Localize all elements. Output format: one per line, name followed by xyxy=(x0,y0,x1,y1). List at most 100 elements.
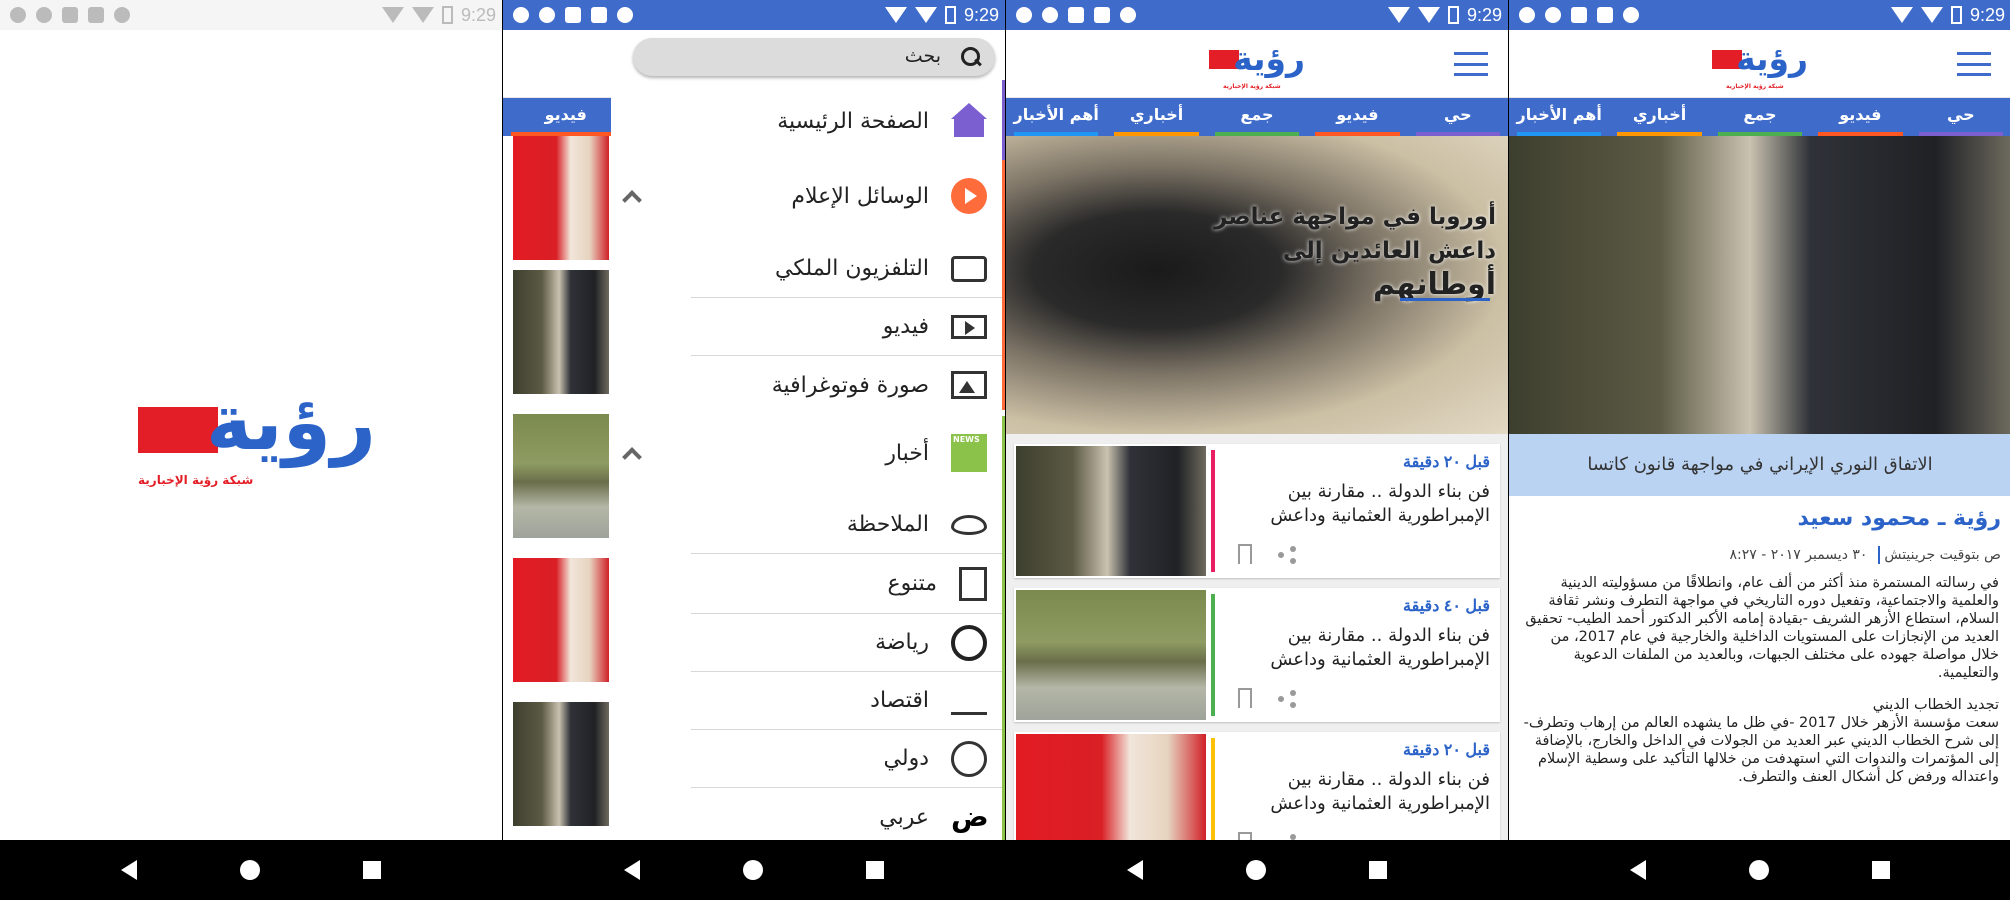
menu-item-misc[interactable]: متنوع xyxy=(691,554,1005,614)
globe-icon xyxy=(951,740,987,777)
chevron-up-icon[interactable] xyxy=(622,190,642,210)
logo-subtitle: شبكة رؤية الإخبارية xyxy=(1726,83,1784,90)
menu-item-label: الوسائل الإعلام xyxy=(791,183,929,209)
category-tab[interactable]: فيديو xyxy=(1307,98,1407,136)
category-tab[interactable]: أخباري xyxy=(1609,98,1709,136)
category-tab[interactable]: جمع xyxy=(1207,98,1307,136)
time-zone-label: ص بتوقيت جرينيتش xyxy=(1884,547,2001,563)
menu-item-economy[interactable]: اقتصاد xyxy=(691,672,1005,730)
article-caption: الاتفاق النوري الإيراني في مواجهة قانون … xyxy=(1509,434,2010,496)
video-icon xyxy=(951,314,987,339)
arabic-letter-icon: ض xyxy=(951,800,989,833)
logo-subtitle: شبكة رؤية الإخبارية xyxy=(138,473,254,487)
activity-icon xyxy=(88,7,104,23)
recents-icon[interactable] xyxy=(362,861,381,879)
splash-screen: 9:29 رؤية شبكة رؤية الإخبارية xyxy=(0,0,502,900)
system-nav-bar xyxy=(503,840,1005,900)
app-logo: رؤية شبكة رؤية الإخبارية xyxy=(1712,38,1810,90)
menu-item-label: التلفزيون الملكي xyxy=(775,256,929,281)
search-input[interactable]: بحث xyxy=(905,45,941,67)
menu-item-sports[interactable]: رياضة xyxy=(691,614,1005,672)
back-icon[interactable] xyxy=(624,860,641,880)
bar-chart-icon xyxy=(951,687,987,715)
shield-icon xyxy=(36,7,52,23)
bookmark-icon[interactable] xyxy=(1238,544,1252,564)
news-title: فن بناء الدولة .. مقارنة بين الإمبراطوري… xyxy=(1270,769,1490,814)
battery-icon xyxy=(1950,6,1962,24)
category-bar: حي فيديو جمع أخباري أهم الأخبار xyxy=(1006,98,1508,136)
menu-item-international[interactable]: دولي xyxy=(691,730,1005,788)
shield-icon xyxy=(1042,7,1058,23)
bookmark-icon[interactable] xyxy=(1238,688,1252,708)
home-icon xyxy=(951,103,987,139)
article-paragraph: في رسالته المستمرة منذ أكثر من ألف عام، … xyxy=(1525,575,1999,681)
recents-icon[interactable] xyxy=(1368,861,1387,879)
sync-icon xyxy=(114,7,130,23)
menu-item-label: فيديو xyxy=(882,314,929,339)
hero-image[interactable]: أوروبا في مواجهة عناصر داعش العائدين إلى… xyxy=(1006,136,1508,434)
recents-icon[interactable] xyxy=(1871,861,1890,879)
category-tab[interactable]: جمع xyxy=(1710,98,1810,136)
document-icon xyxy=(959,566,987,601)
menu-item-royal-tv[interactable]: التلفزيون الملكي xyxy=(691,240,1005,298)
signal-icon xyxy=(1920,7,1943,23)
article-paragraph: سعت مؤسسة الأزهر خلال 2017 -في ظل ما يشه… xyxy=(1523,715,1999,785)
share-icon[interactable] xyxy=(1278,690,1296,708)
sd-card-icon xyxy=(1571,7,1587,23)
back-icon[interactable] xyxy=(1127,860,1144,880)
search-icon[interactable] xyxy=(961,47,981,67)
category-tab[interactable]: حي xyxy=(1911,98,2010,136)
menu-item-photo[interactable]: صورة فوتوغرافية xyxy=(691,356,1005,414)
menu-item-observation[interactable]: الملاحظة xyxy=(691,496,1005,554)
hero-headline: أوروبا في مواجهة عناصر داعش العائدين إلى… xyxy=(1214,200,1496,302)
wifi-icon xyxy=(381,7,404,23)
back-icon[interactable] xyxy=(1630,860,1647,880)
shield-icon xyxy=(539,7,555,23)
category-tab[interactable]: حي xyxy=(1408,98,1508,136)
category-tab[interactable]: فيديو xyxy=(1810,98,1910,136)
news-thumbnail xyxy=(513,558,609,682)
news-time: قبل ٢٠ دقيقة xyxy=(1403,454,1490,471)
shield-icon xyxy=(1545,7,1561,23)
search-box[interactable]: بحث xyxy=(633,38,995,76)
category-tab[interactable]: فيديو xyxy=(503,98,629,136)
news-thumbnail xyxy=(513,270,609,394)
share-icon[interactable] xyxy=(1278,546,1296,564)
article-date: ٣٠ ديسمبر ٢٠١٧ - ٨:٢٧ xyxy=(1729,547,1868,563)
menu-icon[interactable] xyxy=(1454,52,1488,76)
category-bar-accent xyxy=(1211,594,1215,716)
menu-item-arab[interactable]: ض عربي xyxy=(691,788,1005,846)
home-button-icon[interactable] xyxy=(742,860,763,880)
hero-line: داعش العائدين إلى xyxy=(1282,238,1496,264)
wifi-icon xyxy=(1890,7,1913,23)
category-tab[interactable]: أخباري xyxy=(1106,98,1206,136)
category-tab[interactable]: أهم الأخبار xyxy=(1509,98,1609,136)
notification-icon xyxy=(10,7,26,23)
sd-card-icon xyxy=(62,7,78,23)
chevron-up-icon[interactable] xyxy=(622,447,642,467)
hero-underline xyxy=(1400,298,1490,301)
news-thumbnail xyxy=(513,136,609,260)
menu-item-home[interactable]: الصفحة الرئيسية xyxy=(611,90,1005,152)
system-nav-bar xyxy=(1509,840,2010,900)
divider xyxy=(1877,546,1880,564)
home-button-icon[interactable] xyxy=(1748,860,1769,880)
menu-icon[interactable] xyxy=(1957,52,1991,76)
menu-item-label: الصفحة الرئيسية xyxy=(777,108,929,134)
logo-text: رؤية xyxy=(1736,39,1810,78)
wifi-icon xyxy=(884,7,907,23)
menu-item-news[interactable]: أخبار xyxy=(611,416,1005,490)
news-card[interactable]: قبل ٢٠ دقيقة فن بناء الدولة .. مقارنة بي… xyxy=(1014,444,1500,578)
category-tab[interactable]: أهم الأخبار xyxy=(1006,98,1106,136)
activity-icon xyxy=(1094,7,1110,23)
recents-icon[interactable] xyxy=(865,861,884,879)
home-button-icon[interactable] xyxy=(1245,860,1266,880)
article-subheading: تجديد الخطاب الديني xyxy=(1872,697,1999,713)
news-icon xyxy=(951,434,987,472)
back-icon[interactable] xyxy=(121,860,138,880)
news-card[interactable]: قبل ٤٠ دقيقة فن بناء الدولة .. مقارنة بي… xyxy=(1014,588,1500,722)
home-button-icon[interactable] xyxy=(239,860,260,880)
sync-icon xyxy=(1120,7,1136,23)
menu-item-video[interactable]: فيديو xyxy=(691,298,1005,356)
menu-item-media[interactable]: الوسائل الإعلام xyxy=(611,160,1005,232)
